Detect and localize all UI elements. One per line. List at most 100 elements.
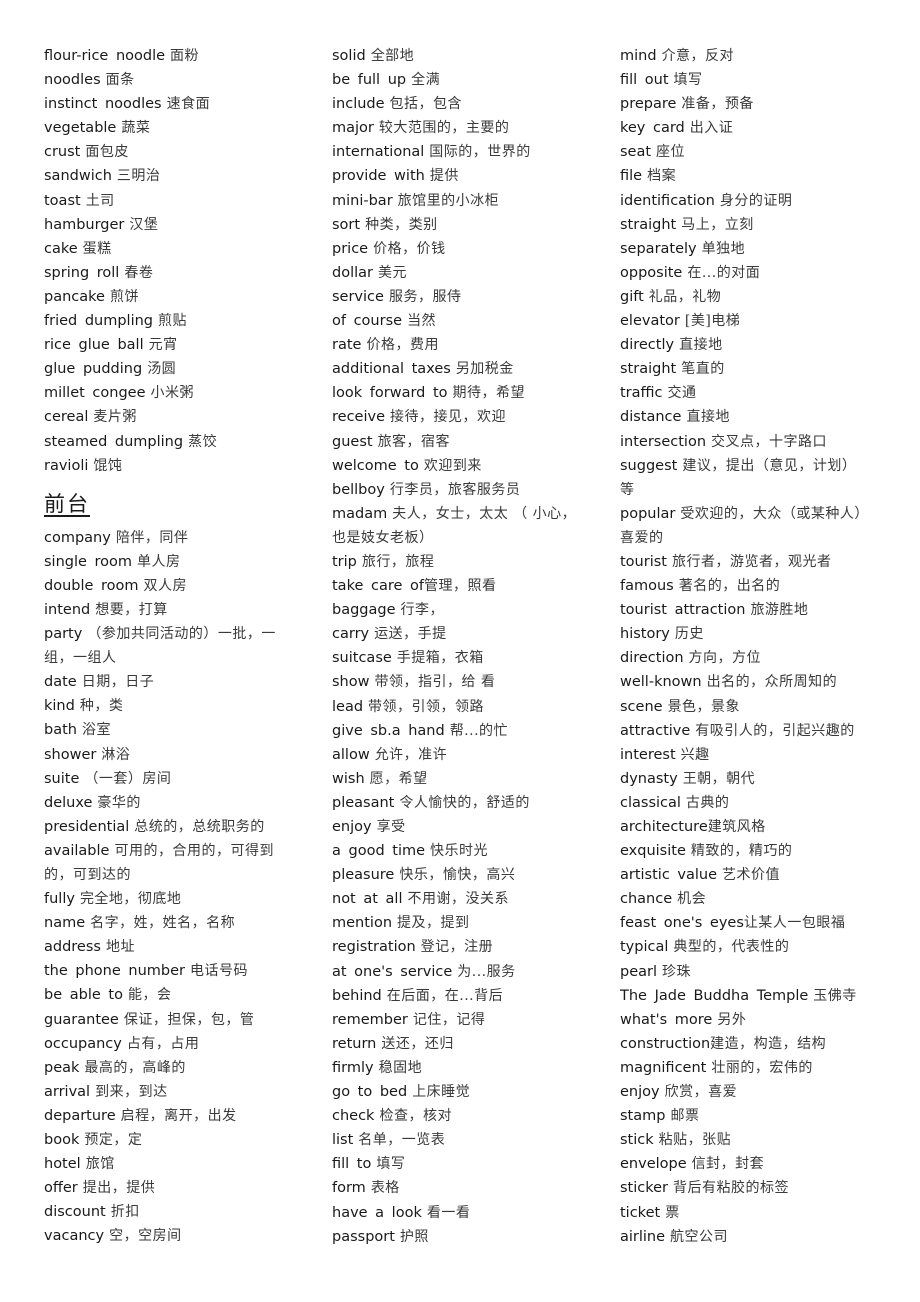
chinese-meaning: 航空公司 [670, 1228, 729, 1245]
chinese-meaning: 包括，包含 [389, 96, 463, 113]
vocab-entry: kind 种，类 [44, 694, 306, 718]
chinese-meaning: 精致的，精巧的 [690, 843, 793, 860]
english-term: check [332, 1108, 375, 1125]
vocab-entry: chance 机会 [620, 887, 888, 911]
vocab-entry: shower 淋浴 [44, 743, 306, 767]
chinese-meaning: 背后有粘胶的标签 [673, 1180, 790, 1197]
english-term: noodles [44, 72, 101, 89]
chinese-meaning: 夫人，女士，太太 （ 小心， [392, 505, 577, 522]
vocab-entry: wish 愿，希望 [332, 767, 600, 791]
english-term: receive [332, 409, 385, 426]
chinese-meaning: 在后面，在...背后 [386, 987, 504, 1004]
english-term: service [332, 288, 384, 305]
english-term: typical [620, 939, 669, 956]
chinese-meaning: 历史 [674, 626, 704, 643]
chinese-meaning: 陪伴，同伴 [115, 529, 189, 546]
chinese-meaning-continued: 组，一组人 [44, 650, 117, 667]
english-term: ticket [620, 1204, 661, 1221]
chinese-meaning: 国际的，世界的 [429, 144, 531, 161]
chinese-meaning: 旅游胜地 [750, 602, 809, 619]
chinese-meaning: 送还，还归 [381, 1035, 454, 1052]
vocab-entry: be full up 全满 [332, 68, 600, 92]
english-term: behind [332, 987, 382, 1004]
vocab-entry: deluxe 豪华的 [44, 791, 306, 815]
vocab-entry: check 检查，核对 [332, 1104, 600, 1128]
english-term: sticker [620, 1180, 669, 1197]
vocab-entry: date 日期，日子 [44, 670, 306, 694]
chinese-meaning: 填写 [673, 72, 703, 89]
vocab-entry: millet congee 小米粥 [44, 381, 306, 405]
english-term: feast one's eyes [620, 915, 744, 932]
chinese-meaning-continued: 的，可到达的 [44, 867, 131, 883]
vocab-entry: pearl 珍珠 [620, 960, 888, 984]
chinese-meaning: 礼品，礼物 [648, 288, 722, 305]
vocab-entry: direction 方向，方位 [620, 646, 888, 670]
vocab-entry: hotel 旅馆 [44, 1152, 306, 1176]
vocab-entry: airline 航空公司 [620, 1225, 888, 1249]
vocab-entry: single room 单人房 [44, 550, 306, 574]
chinese-meaning: 价格，价钱 [373, 240, 446, 257]
vocab-entry: baggage 行李， [332, 598, 600, 622]
vocab-entry: form 表格 [332, 1176, 600, 1200]
english-term: international [332, 144, 425, 161]
english-term: straight [620, 216, 677, 233]
chinese-meaning: 带领，引领，领路 [368, 698, 485, 715]
english-term: separately [620, 240, 697, 257]
chinese-meaning: 快乐时光 [430, 843, 489, 860]
chinese-meaning: 填写 [376, 1156, 406, 1173]
english-term: double room [44, 577, 139, 594]
english-term: madam [332, 505, 388, 522]
english-term: spring roll [44, 264, 120, 281]
chinese-meaning: 浴室 [81, 722, 111, 739]
chinese-meaning: 直接地 [679, 337, 723, 354]
vocab-entry: trip 旅行，旅程 [332, 550, 600, 574]
english-term: kind [44, 698, 75, 715]
vocab-entry: glue pudding 汤圆 [44, 357, 306, 381]
english-term: baggage [332, 602, 396, 619]
chinese-meaning: 笔直的 [681, 361, 725, 378]
chinese-meaning: 完全地，彻底地 [79, 891, 182, 908]
vocab-entry: flour-rice noodle 面粉 [44, 44, 306, 68]
english-term: prepare [620, 96, 677, 113]
vocab-entry: rice glue ball 元宵 [44, 333, 306, 357]
vocab-entry: typical 典型的，代表性的 [620, 935, 888, 959]
chinese-meaning: 名单，一览表 [358, 1132, 446, 1149]
english-term: provide with [332, 168, 425, 185]
english-term: elevator [620, 313, 680, 330]
english-term: intersection [620, 433, 707, 450]
chinese-meaning: 汤圆 [147, 361, 177, 378]
chinese-meaning: 建造，构造，结构 [710, 1035, 827, 1052]
english-term: deluxe [44, 794, 93, 811]
chinese-meaning: 可用的，合用的，可得到 [114, 842, 274, 859]
chinese-meaning: 带领，指引，给 看 [374, 674, 496, 691]
english-term: registration [332, 939, 416, 956]
vocab-entry: welcome to 欢迎到来 [332, 454, 600, 478]
english-term: fill out [620, 72, 669, 89]
vocab-entry: feast one's eyes让某人一包眼福 [620, 911, 888, 935]
chinese-meaning: 欣赏，喜爱 [664, 1084, 738, 1101]
vocab-entry: fill to 填写 [332, 1152, 600, 1176]
english-term: attractive [620, 722, 691, 739]
chinese-meaning: 愿，希望 [369, 770, 428, 787]
vocab-entry: available 可用的，合用的，可得到 [44, 839, 306, 863]
chinese-meaning: 准备，预备 [681, 96, 754, 113]
english-term: show [332, 674, 370, 691]
vocab-entry: include 包括，包含 [332, 92, 600, 116]
chinese-meaning: 兴趣 [680, 746, 710, 763]
vocab-entry: cake 蛋糕 [44, 237, 306, 261]
english-term: departure [44, 1107, 116, 1124]
vocab-entry: history 历史 [620, 622, 888, 646]
english-term: distance [620, 409, 682, 426]
chinese-meaning: 能，会 [127, 987, 172, 1004]
english-term: vegetable [44, 120, 117, 137]
vocab-column-1: flour-rice noodle 面粉 noodles 面条 instinct noo… [44, 44, 306, 1249]
vocab-entry: distance 直接地 [620, 405, 888, 429]
vocab-entry: separately 单独地 [620, 237, 888, 261]
chinese-meaning: 蛋糕 [82, 240, 112, 257]
vocab-entry: list 名单，一览表 [332, 1128, 600, 1152]
chinese-meaning: 地址 [105, 939, 135, 956]
chinese-meaning: 表格 [370, 1180, 400, 1197]
vocab-entry: straight 笔直的 [620, 357, 888, 381]
english-term: interest [620, 746, 676, 763]
vocab-entry: architecture建筑风格 [620, 815, 888, 839]
